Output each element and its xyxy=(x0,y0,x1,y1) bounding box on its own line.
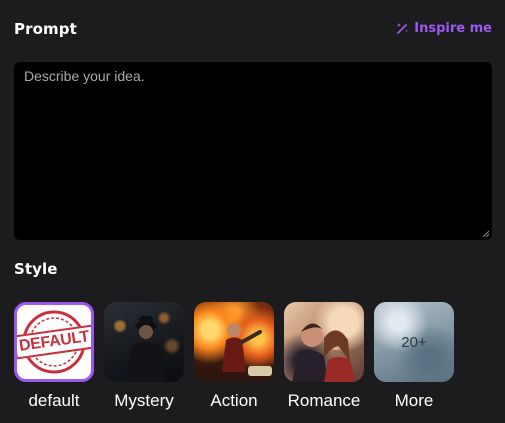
style-option-action[interactable]: Action xyxy=(194,302,274,411)
inspire-me-label: Inspire me xyxy=(414,21,492,36)
style-option-more[interactable]: 20+ More xyxy=(374,302,454,411)
style-option-default[interactable]: DEFAULT default xyxy=(14,302,94,411)
style-title: Style xyxy=(14,260,58,278)
inspire-me-button[interactable]: Inspire me xyxy=(396,21,492,36)
magic-wand-icon xyxy=(397,23,409,34)
more-thumbnail: 20+ xyxy=(374,302,454,382)
style-label-more: More xyxy=(394,391,434,410)
style-option-mystery[interactable]: Mystery xyxy=(104,302,184,411)
default-stamp-icon: DEFAULT xyxy=(17,305,91,379)
style-list: DEFAULT default Mystery Action Romance 2… xyxy=(14,302,454,411)
prompt-input[interactable] xyxy=(14,62,492,240)
prompt-title: Prompt xyxy=(14,20,77,38)
style-label-romance: Romance xyxy=(287,391,361,410)
mystery-thumbnail xyxy=(104,302,184,382)
style-option-romance[interactable]: Romance xyxy=(284,302,364,411)
style-label-action: Action xyxy=(210,391,258,410)
default-thumbnail: DEFAULT xyxy=(14,302,94,382)
more-count: 20+ xyxy=(374,302,454,382)
romance-thumbnail xyxy=(284,302,364,382)
style-label-default: default xyxy=(28,391,80,410)
action-thumbnail xyxy=(194,302,274,382)
resize-handle-icon[interactable] xyxy=(481,229,490,238)
prompt-box xyxy=(14,62,492,240)
style-label-mystery: Mystery xyxy=(114,391,174,410)
